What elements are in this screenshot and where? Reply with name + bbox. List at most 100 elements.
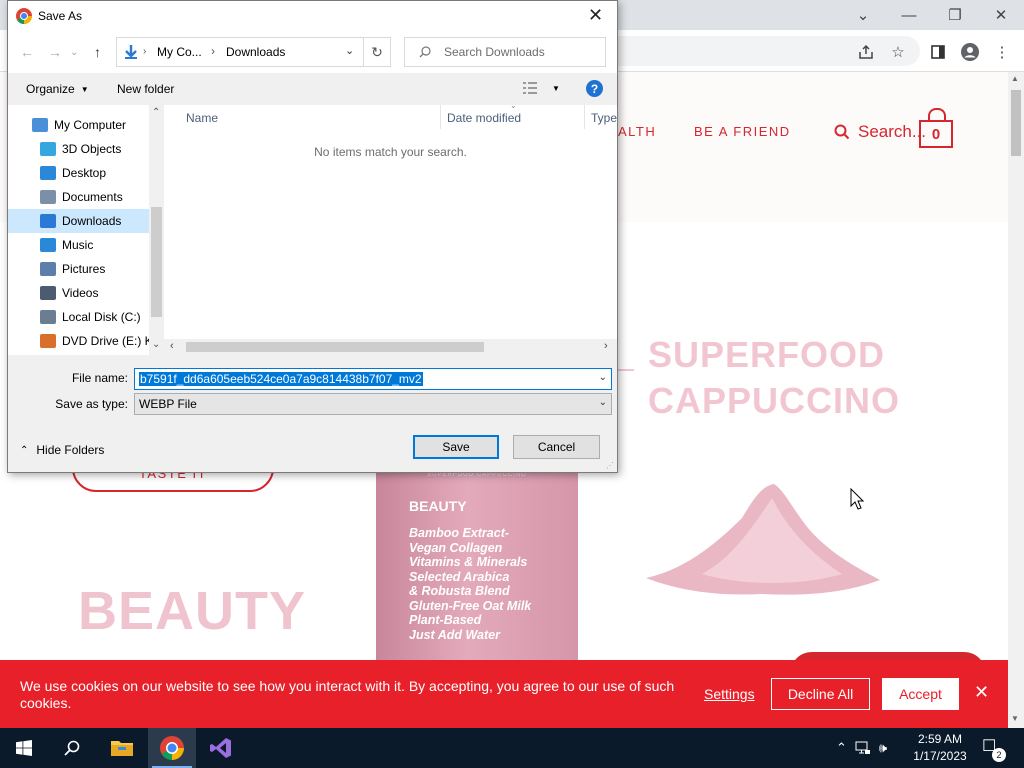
sidebar-item-my-computer[interactable]: My Computer [8, 113, 149, 137]
chrome-icon [160, 736, 184, 760]
taskbar-search-button[interactable] [48, 728, 96, 768]
page-scrollbar-thumb[interactable] [1011, 90, 1021, 156]
breadcrumb-item[interactable]: Downloads [226, 45, 285, 59]
sidebar-item-music[interactable]: Music [8, 233, 149, 257]
download-icon [125, 45, 137, 59]
pouch-ingredient-line: Gluten-Free Oat Milk [409, 598, 532, 613]
network-icon[interactable] [855, 741, 871, 755]
column-header-type[interactable]: Type [591, 111, 617, 125]
scroll-down-icon[interactable]: ▼ [1011, 714, 1019, 723]
breadcrumb-separator-icon: › [143, 46, 147, 57]
sidebar-item-pictures[interactable]: Pictures [8, 257, 149, 281]
cube-icon [40, 142, 56, 156]
sidebar-item-label: Music [62, 238, 94, 252]
nav-link-health[interactable]: ALTH [618, 124, 656, 139]
hide-folders-button[interactable]: ⌃ Hide Folders [20, 443, 104, 457]
volume-icon[interactable]: 🕪 [879, 740, 887, 756]
nav-link-be-a-friend[interactable]: BE A FRIEND [694, 124, 791, 139]
sidebar-item-label: Videos [62, 286, 99, 300]
decline-all-button[interactable]: Decline All [771, 678, 870, 710]
hero-divider [618, 369, 634, 371]
chevron-up-icon[interactable]: ⌃ [152, 107, 160, 118]
music-icon [40, 238, 56, 252]
side-panel-icon[interactable] [928, 42, 948, 62]
computer-icon [32, 118, 48, 132]
visual-studio-button[interactable] [197, 728, 245, 768]
back-arrow-icon[interactable]: ← [20, 44, 34, 60]
page-scrollbar[interactable] [1008, 72, 1024, 728]
file-name-input[interactable]: b7591f_dd6a605eeb524ce0a7a9c814438b7f07_… [134, 368, 612, 390]
sidebar-item-desktop[interactable]: Desktop [8, 161, 149, 185]
search-input[interactable]: Search Downloads [404, 37, 606, 67]
mouse-cursor-icon [850, 488, 864, 510]
sidebar-item-3d-objects[interactable]: 3D Objects [8, 137, 149, 161]
breadcrumb-item[interactable]: My Co... [157, 45, 202, 59]
save-as-type-label: Save as type: [55, 397, 128, 411]
help-icon[interactable]: ? [586, 80, 603, 97]
address-breadcrumb[interactable]: › My Co... › Downloads ⌄ [116, 37, 364, 67]
chevron-down-icon[interactable]: ⌄ [599, 397, 607, 408]
view-options-button[interactable]: ▼ [522, 81, 560, 95]
new-folder-button[interactable]: New folder [117, 82, 174, 96]
chevron-right-icon[interactable]: › [604, 340, 608, 352]
hero-title-line1: SUPERFOOD [648, 334, 886, 375]
save-form: File name: b7591f_dd6a605eeb524ce0a7a9c8… [8, 355, 617, 472]
dialog-command-bar: Organize ▼ New folder ▼ ? [8, 73, 617, 105]
dialog-titlebar: Save As ✕ [8, 1, 617, 31]
save-as-dialog: Save As ✕ ← → ⌄ ↑ › My Co... › Downloads… [7, 0, 618, 473]
site-search-link[interactable]: Search... [834, 122, 926, 142]
profile-avatar-icon[interactable] [960, 42, 980, 62]
dropdown-arrow-icon: ▼ [552, 83, 560, 93]
column-header-name[interactable]: Name [186, 111, 218, 125]
refresh-icon[interactable]: ↻ [363, 37, 391, 67]
resize-grip-icon[interactable]: ⋰ [606, 461, 614, 470]
sidebar-item-dvd-drive-e-ko[interactable]: DVD Drive (E:) Ko [8, 329, 149, 353]
tray-overflow-icon[interactable]: ⌃ [836, 740, 847, 756]
forward-arrow-icon[interactable]: → [48, 44, 62, 60]
horizontal-scrollbar[interactable]: ‹ › [164, 339, 617, 355]
up-arrow-icon[interactable]: ↑ [94, 44, 101, 60]
browser-menu-icon[interactable]: ⋮ [992, 42, 1012, 62]
save-as-type-select[interactable]: WEBP File ⌄ [134, 393, 612, 415]
visual-studio-icon [210, 738, 231, 758]
column-divider [584, 105, 585, 129]
clock-time: 2:59 AM [917, 732, 963, 746]
column-header-date-modified[interactable]: Date modified [447, 111, 521, 125]
share-icon[interactable] [856, 42, 876, 62]
cart-count: 0 [931, 125, 941, 143]
restore-icon[interactable]: ❐ [932, 2, 978, 28]
sidebar-item-label: DVD Drive (E:) Ko [62, 334, 149, 348]
start-button[interactable] [0, 728, 48, 768]
close-window-icon[interactable]: ✕ [978, 2, 1024, 28]
chrome-taskbar-button[interactable] [148, 728, 196, 768]
organize-button[interactable]: Organize ▼ [26, 82, 89, 96]
horizontal-scrollbar-thumb[interactable] [186, 342, 484, 352]
system-clock[interactable]: 2:59 AM 1/17/2023 [908, 731, 972, 765]
sidebar-item-videos[interactable]: Videos [8, 281, 149, 305]
minimize-icon[interactable]: — [886, 2, 932, 28]
file-explorer-button[interactable] [98, 728, 146, 768]
pouch-ingredient-line: Bamboo Extract- [409, 526, 510, 540]
cart-button[interactable]: 0 [919, 108, 953, 148]
cancel-button[interactable]: Cancel [513, 435, 600, 459]
clock-date: 1/17/2023 [913, 749, 967, 763]
hero-title-line2: CAPPUCCINO [648, 380, 901, 421]
cookie-settings-link[interactable]: Settings [704, 686, 755, 702]
recent-locations-icon[interactable]: ⌄ [70, 47, 78, 58]
close-icon[interactable]: ✕ [974, 682, 989, 703]
sidebar-item-local-disk-c[interactable]: Local Disk (C:) [8, 305, 149, 329]
sidebar-scrollbar[interactable]: ⌃ ⌄ [149, 105, 164, 355]
tab-search-icon[interactable]: ⌄ [840, 2, 886, 28]
bookmark-star-icon[interactable]: ☆ [888, 42, 908, 62]
accept-button[interactable]: Accept [882, 678, 959, 710]
save-button[interactable]: Save [413, 435, 499, 459]
sidebar-item-documents[interactable]: Documents [8, 185, 149, 209]
dialog-close-icon[interactable]: ✕ [588, 5, 603, 26]
chevron-left-icon[interactable]: ‹ [170, 340, 174, 352]
scroll-up-icon[interactable]: ▲ [1011, 74, 1019, 83]
sidebar-scrollbar-thumb[interactable] [151, 207, 162, 317]
chevron-down-icon[interactable]: ⌄ [152, 339, 160, 350]
chevron-down-icon[interactable]: ⌄ [345, 44, 354, 57]
chevron-down-icon[interactable]: ⌄ [599, 372, 607, 383]
sidebar-item-downloads[interactable]: Downloads [8, 209, 149, 233]
